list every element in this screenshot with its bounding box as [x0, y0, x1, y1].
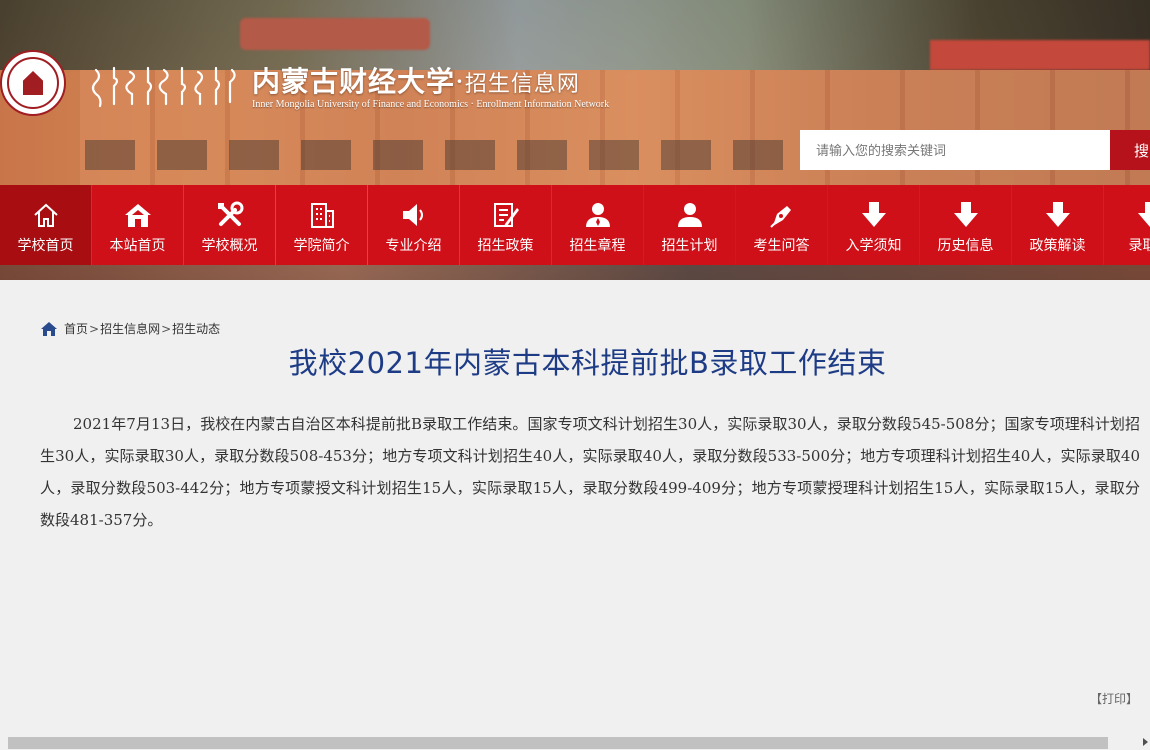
nav-label: 招生政策 — [477, 238, 534, 254]
nav-item-history[interactable]: 历史信息 — [920, 185, 1011, 265]
tools-icon — [217, 201, 243, 226]
arrow-down-icon — [1137, 202, 1150, 227]
person-tie-icon — [585, 203, 610, 227]
nav-label: 学校首页 — [17, 238, 74, 254]
arrow-down-icon — [953, 202, 978, 227]
nav-label: 专业介绍 — [385, 238, 442, 254]
banner-roof — [930, 40, 1150, 70]
title-separator: · — [455, 65, 465, 98]
nav-label: 考生问答 — [753, 238, 810, 254]
home-icon — [124, 204, 151, 227]
scrollbar-thumb[interactable] — [8, 737, 1108, 749]
nav-item-admission-charter[interactable]: 招生章程 — [552, 185, 643, 265]
main-nav: 学校首页 本站首页 学校概况 学院简介 专业介绍 招生政策 招生章程 招生计划 … — [0, 185, 1150, 280]
pen-nib-icon — [769, 206, 791, 228]
article-body: 2021年7月13日，我校在内蒙古自治区本科提前批B录取工作结束。国家专项文科计… — [40, 415, 1140, 529]
breadcrumb-home-link[interactable]: 首页 — [64, 320, 88, 337]
nav-item-colleges[interactable]: 学院简介 — [276, 185, 367, 265]
university-seal-logo[interactable] — [0, 50, 66, 116]
speaker-icon — [402, 204, 423, 226]
print-link[interactable]: 【打印】 — [1090, 690, 1138, 707]
breadcrumb-category-link[interactable]: 招生动态 — [172, 320, 220, 337]
nav-item-admission-query[interactable]: 录取查 — [1104, 185, 1150, 265]
nav-item-enrollment-notice[interactable]: 入学须知 — [828, 185, 919, 265]
arrow-down-icon — [861, 202, 886, 227]
home-outline-icon — [33, 203, 58, 227]
nav-label: 历史信息 — [937, 238, 994, 254]
search-button[interactable]: 搜 — [1110, 130, 1150, 170]
nav-label: 学校概况 — [201, 238, 258, 254]
breadcrumb-separator: > — [161, 321, 172, 336]
breadcrumb-separator: > — [89, 321, 100, 336]
nav-item-faq[interactable]: 考生问答 — [736, 185, 827, 265]
banner-roof — [240, 18, 430, 50]
scroll-right-arrow-icon[interactable] — [1143, 738, 1148, 746]
nav-label: 本站首页 — [109, 238, 166, 254]
site-title[interactable]: 内蒙古财经大学·招生信息网 — [252, 60, 580, 100]
nav-label: 招生计划 — [661, 238, 718, 254]
search-input[interactable] — [800, 130, 1110, 170]
edit-document-icon — [493, 203, 519, 227]
site-title-english: Inner Mongolia University of Finance and… — [252, 99, 610, 110]
mongolian-script-logo — [91, 66, 236, 108]
nav-item-majors[interactable]: 专业介绍 — [368, 185, 459, 265]
arrow-down-icon — [1045, 202, 1070, 227]
article-title: 我校2021年内蒙古本科提前批B录取工作结束 — [288, 346, 887, 380]
nav-item-site-home[interactable]: 本站首页 — [92, 185, 183, 265]
nav-label: 录取查 — [1128, 238, 1150, 254]
seal-emblem-icon — [23, 71, 43, 95]
nav-item-admission-plan[interactable]: 招生计划 — [644, 185, 735, 265]
building-icon — [310, 203, 334, 228]
nav-label: 政策解读 — [1029, 238, 1086, 254]
breadcrumb: 首页 > 招生信息网 > 招生动态 — [40, 320, 220, 337]
nav-item-school-home[interactable]: 学校首页 — [0, 185, 91, 265]
nav-item-admission-policy[interactable]: 招生政策 — [460, 185, 551, 265]
university-name: 内蒙古财经大学 — [252, 65, 456, 98]
site-subtitle: 招生信息网 — [464, 72, 580, 97]
nav-label: 学院简介 — [293, 238, 350, 254]
person-icon — [677, 203, 702, 227]
nav-item-school-overview[interactable]: 学校概况 — [184, 185, 275, 265]
header-banner: 内蒙古财经大学·招生信息网 Inner Mongolia University … — [0, 0, 1150, 185]
home-icon — [41, 321, 57, 336]
nav-item-policy-interpretation[interactable]: 政策解读 — [1012, 185, 1103, 265]
nav-label: 招生章程 — [569, 238, 626, 254]
nav-label: 入学须知 — [845, 238, 902, 254]
breadcrumb-section-link[interactable]: 招生信息网 — [100, 320, 160, 337]
horizontal-scrollbar[interactable] — [0, 735, 1150, 750]
